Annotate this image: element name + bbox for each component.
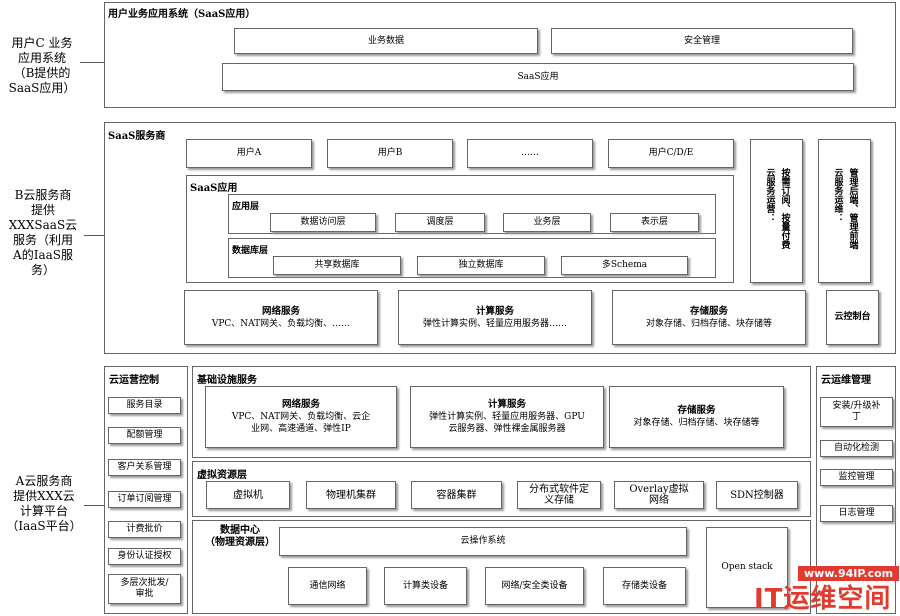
watermark-brand: IT运维空间 [754, 584, 892, 614]
panel-title: SaaS服务商 [108, 131, 166, 142]
ops-item-wholesale: 多层次批发/ 审批 [108, 574, 181, 604]
user-box: 用户B [327, 139, 453, 168]
service-desc: VPC、NAT网关、负载均衡、云企 业网、高速通道、弹性IP [231, 412, 371, 434]
service-desc: 弹性计算实例、轻量应用服务器…… [422, 318, 567, 329]
db-layer-item: 共享数据库 [273, 256, 401, 275]
panel-title: 数据库层 [232, 246, 269, 256]
service-desc: 对象存储、归档存储、块存储等 [645, 318, 772, 329]
dc-item-storage: 存储类设备 [603, 567, 686, 605]
label-iaas-platform: A云服务商 提供XXX云 计算平台 （IaaS平台） [6, 474, 82, 533]
app-layer-item: 表示层 [610, 213, 699, 232]
service-desc: VPC、NAT网关、负载均衡、…… [211, 318, 351, 329]
service-title: 存储服务 [677, 405, 716, 416]
security-mgmt-box: 安全管理 [551, 28, 853, 54]
infra-compute-box: 计算服务 弹性计算实例、轻量应用服务器、GPU 云服务器、弹性裸金属服务器 [410, 386, 604, 448]
user-box: 用户A [186, 139, 312, 168]
virtual-item-physical-cluster: 物理机集群 [306, 481, 396, 509]
maint-item-patch: 安装/升级补 丁 [820, 397, 893, 427]
virtual-item-sds: 分布式软件定 义存储 [517, 481, 601, 509]
ops-item-quota: 配额管理 [108, 427, 181, 444]
db-layer-item: 独立数据库 [417, 256, 545, 275]
panel-title: 用户业务应用系统（SaaS应用） [108, 9, 256, 20]
panel-title: 数据中心 （物理资源层） [205, 525, 275, 548]
service-title: 存储服务 [689, 305, 728, 317]
saas-app-box: SaaS应用 [222, 63, 854, 91]
label-saas-provider: B云服务商 提供 XXXSaaS云 服务（利用 A的IaaS服 务） [8, 188, 78, 277]
service-title: 网络服务 [281, 399, 320, 410]
cloud-maint-title: 云服务运维： [832, 168, 843, 222]
dc-item-compute: 计算类设备 [384, 567, 467, 605]
virtual-item-sdn: SDN控制器 [716, 481, 798, 509]
app-layer-item: 数据访问层 [270, 213, 376, 232]
panel-title: 虚拟资源层 [197, 470, 247, 481]
service-desc: 弹性计算实例、轻量应用服务器、GPU 云服务器、弹性裸金属服务器 [429, 412, 585, 434]
panel-title: 云运营控制 [109, 375, 159, 386]
user-box: …… [467, 139, 593, 168]
app-layer-item: 业务层 [503, 213, 591, 232]
connector-line [84, 505, 104, 506]
connector-line [84, 235, 104, 236]
ops-item-service-catalog: 服务目录 [108, 397, 181, 414]
dc-item-network: 通信网络 [288, 567, 367, 605]
service-desc: 对象存储、归档存储、块存储等 [633, 418, 760, 428]
ops-item-order: 订单订阅管理 [108, 491, 181, 508]
service-title: 计算服务 [487, 399, 526, 410]
service-title: 网络服务 [261, 305, 300, 317]
panel-title: 基础设施服务 [197, 375, 257, 386]
panel-title: SaaS应用 [190, 183, 238, 194]
cloud-os-box: 云操作系统 [279, 527, 687, 556]
cloud-maint-desc: 管理后端、管理前端 [847, 168, 858, 249]
ops-item-crm: 客户关系管理 [108, 459, 181, 476]
connector-line [80, 62, 104, 63]
maint-item-auto-detect: 自动化检测 [820, 440, 893, 457]
user-app-system-panel: 用户业务应用系统（SaaS应用） [104, 2, 896, 108]
maint-item-monitor: 监控管理 [820, 469, 893, 486]
label-user-system: 用户C 业务 应用系统 （B提供的 SaaS应用） [8, 36, 76, 95]
virtual-item-overlay: Overlay虚拟 网络 [614, 481, 704, 509]
app-layer-item: 调度层 [395, 213, 485, 232]
dc-item-netsec: 网络/安全类设备 [485, 567, 584, 605]
storage-service-box: 存储服务 对象存储、归档存储、块存储等 [612, 290, 806, 345]
infra-network-box: 网络服务 VPC、NAT网关、负载均衡、云企 业网、高速通道、弹性IP [205, 386, 397, 448]
cloud-console-box: 云控制台 [826, 290, 879, 345]
cloud-ops-desc: 按需订阅、按量付费 [779, 168, 790, 249]
ops-item-iam: 身份认证授权 [108, 548, 181, 565]
infra-storage-box: 存储服务 对象存储、归档存储、块存储等 [609, 386, 784, 448]
virtual-item-container-cluster: 容器集群 [411, 481, 502, 509]
panel-title: 云运维管理 [821, 375, 871, 386]
user-box: 用户C/D/E [608, 139, 734, 168]
maint-item-log: 日志管理 [820, 505, 893, 522]
virtual-item-vm: 虚拟机 [206, 481, 290, 509]
panel-title: 应用层 [232, 202, 260, 212]
db-layer-item: 多Schema [561, 256, 688, 275]
network-service-box: 网络服务 VPC、NAT网关、负载均衡、…… [184, 290, 378, 345]
business-data-box: 业务数据 [234, 28, 538, 54]
ops-item-billing: 计费批价 [108, 521, 181, 538]
compute-service-box: 计算服务 弹性计算实例、轻量应用服务器…… [398, 290, 592, 345]
service-title: 计算服务 [475, 305, 514, 317]
cloud-ops-box: 云服务运营： 按需订阅、按量付费 [750, 139, 803, 283]
cloud-maint-box: 云服务运维： 管理后端、管理前端 [818, 139, 871, 283]
cloud-ops-title: 云服务运营： [764, 168, 775, 222]
